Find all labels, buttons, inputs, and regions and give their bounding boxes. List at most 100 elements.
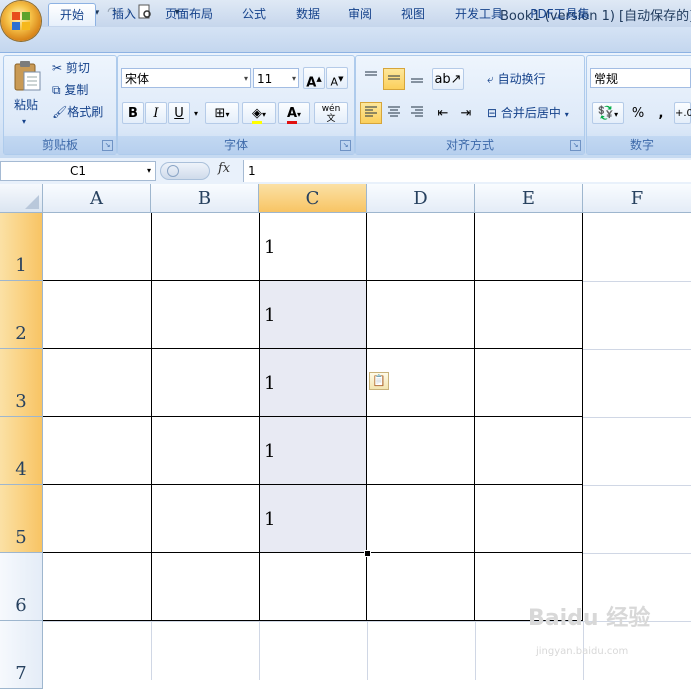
orientation-button[interactable]: ab↗ (432, 68, 464, 90)
cell-c5[interactable]: 1 (259, 485, 367, 553)
number-format-select[interactable]: 常规 (590, 68, 691, 88)
grow-font-icon: A (306, 75, 317, 91)
row-header-3[interactable]: 3 (0, 349, 43, 417)
row-number: 5 (15, 527, 27, 548)
circle-icon (167, 165, 179, 177)
copy-button[interactable]: ⧉ 复制 (52, 80, 88, 100)
cell-c1[interactable]: 1 (259, 213, 367, 281)
increase-indent-button[interactable]: ⇥ (455, 102, 477, 124)
cell-value: 1 (264, 509, 276, 530)
format-painter-button[interactable]: 🖌格式刷 (52, 102, 103, 122)
row-number: 6 (15, 595, 27, 616)
tab-data[interactable]: 数据 (288, 3, 328, 25)
cell-border (43, 620, 583, 621)
cell-value: 1 (264, 305, 276, 326)
underline-button[interactable]: U (168, 102, 190, 124)
align-right-button[interactable] (406, 102, 428, 124)
fill-color-button[interactable]: ◈▾ (242, 102, 276, 124)
column-header-d[interactable]: D (367, 184, 475, 213)
clipboard-launcher-icon[interactable]: ↘ (102, 140, 113, 151)
align-middle-button[interactable] (383, 68, 405, 90)
gridline (583, 417, 691, 418)
underline-dropdown-icon[interactable]: ▾ (190, 102, 202, 124)
watermark-logo: Baidu 经验 (528, 606, 651, 631)
font-color-icon: A (286, 106, 298, 124)
tab-review[interactable]: 审阅 (340, 3, 380, 25)
increase-decimal-button[interactable]: +.0 (674, 102, 691, 124)
cell-border (151, 213, 152, 621)
bold-button[interactable]: B (122, 102, 144, 124)
column-header-b[interactable]: B (151, 184, 259, 213)
gridline (367, 621, 368, 680)
formula-bar-splitter[interactable] (160, 162, 210, 180)
row-header-5[interactable]: 5 (0, 485, 43, 553)
font-launcher-icon[interactable]: ↘ (340, 140, 351, 151)
column-header-e[interactable]: E (475, 184, 583, 213)
wrap-text-label: 自动换行 (497, 72, 546, 86)
font-name-select[interactable]: 宋体 ▾ (121, 68, 251, 88)
column-header-a[interactable]: A (43, 184, 151, 213)
insert-function-icon[interactable]: fx (218, 161, 230, 176)
alignment-launcher-icon[interactable]: ↘ (570, 140, 581, 151)
paste-icon[interactable] (12, 60, 42, 92)
tab-page-layout[interactable]: 页面布局 (158, 3, 220, 25)
comma-button[interactable]: , (650, 102, 672, 124)
align-middle-icon (388, 75, 400, 80)
align-top-icon (365, 71, 377, 76)
decrease-indent-button[interactable]: ⇤ (432, 102, 454, 124)
merge-center-button[interactable]: ⊟ 合并后居中 ▾ (487, 103, 569, 123)
column-header-c[interactable]: C (259, 184, 367, 213)
font-size-select[interactable]: 11 ▾ (253, 68, 299, 88)
align-top-button[interactable] (360, 68, 382, 90)
row-header-2[interactable]: 2 (0, 281, 43, 349)
shrink-font-button[interactable]: A▼ (326, 67, 348, 89)
increase-indent-icon: ⇥ (460, 106, 472, 121)
font-group-label: 字体 (118, 136, 354, 154)
italic-button[interactable]: I (145, 102, 167, 124)
column-header-f[interactable]: F (583, 184, 691, 213)
copy-label: 复制 (64, 83, 89, 97)
align-center-button[interactable] (383, 102, 405, 124)
row-header-1[interactable]: 1 (0, 213, 43, 281)
phonetic-button[interactable]: wén 文 (314, 102, 348, 124)
gridline (583, 485, 691, 486)
paste-dropdown-icon[interactable]: ▾ (22, 112, 26, 132)
font-color-button[interactable]: A▾ (278, 102, 310, 124)
cell-c3[interactable]: 1 (259, 349, 367, 417)
cut-button[interactable]: ✂ 剪切 (52, 58, 90, 78)
tab-home[interactable]: 开始 (48, 3, 96, 26)
tab-insert[interactable]: 插入 (104, 3, 144, 25)
tab-developer[interactable]: 开发工具 (448, 3, 510, 25)
font-size-value: 11 (257, 72, 273, 86)
align-bottom-icon (411, 78, 423, 83)
chevron-down-icon: ▾ (261, 110, 266, 119)
row-header-7[interactable]: 7 (0, 621, 43, 689)
align-left-button[interactable] (360, 102, 382, 124)
wrap-text-button[interactable]: ⤶ 自动换行 (487, 69, 546, 89)
gridline (583, 349, 691, 350)
office-button[interactable] (1, 1, 41, 41)
number-group-label: 数字 (587, 136, 691, 154)
cell-c4[interactable]: 1 (259, 417, 367, 485)
formula-input[interactable]: 1 (243, 160, 691, 182)
align-bottom-button[interactable] (406, 68, 428, 90)
cell-c2[interactable]: 1 (259, 281, 367, 349)
grow-font-button[interactable]: A▲ (303, 67, 325, 91)
tab-pdf-tools[interactable]: PDF工具集 (524, 3, 596, 25)
gridline (151, 621, 152, 680)
merge-center-label: 合并后居中 (500, 106, 561, 120)
percent-button[interactable]: % (627, 102, 649, 124)
borders-button[interactable]: ⊞▾ (205, 102, 239, 124)
name-box[interactable]: C1 ▾ (0, 161, 156, 181)
tab-formulas[interactable]: 公式 (234, 3, 274, 25)
gridline (583, 553, 691, 554)
tab-view[interactable]: 视图 (393, 3, 433, 25)
align-right-icon (411, 106, 423, 117)
row-header-4[interactable]: 4 (0, 417, 43, 485)
copy-icon: ⧉ (52, 83, 61, 97)
name-box-value: C1 (69, 164, 86, 178)
select-all-corner[interactable] (0, 184, 43, 213)
row-header-6[interactable]: 6 (0, 553, 43, 621)
currency-button[interactable]: 💱▾ (592, 102, 624, 124)
paste-options-button[interactable]: 📋 (369, 372, 389, 390)
